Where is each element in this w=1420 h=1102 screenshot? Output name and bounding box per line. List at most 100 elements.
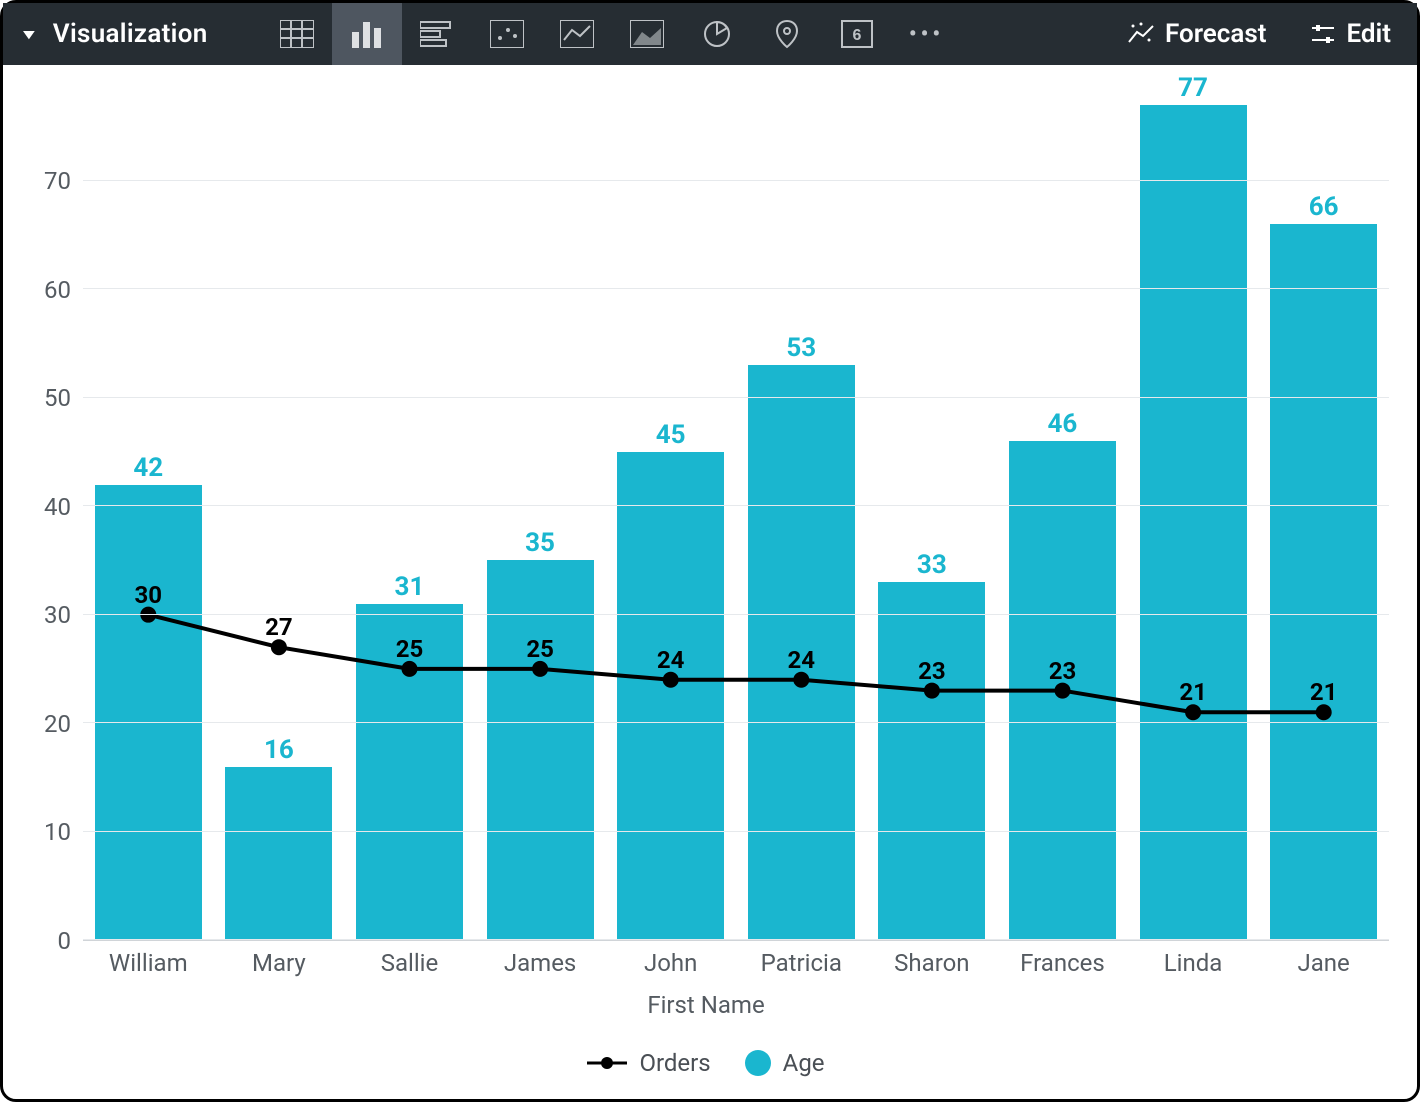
bar[interactable]: 33 [878, 582, 985, 940]
table-chart-button[interactable] [262, 3, 332, 65]
bar[interactable]: 42 [95, 485, 202, 940]
y-tick-label: 60 [44, 276, 71, 304]
bar-value-label: 77 [1178, 73, 1208, 103]
grid-line [83, 614, 1389, 615]
bar-value-label: 31 [395, 572, 425, 602]
bar-slot: 77 [1128, 105, 1259, 940]
area-chart-icon [630, 20, 664, 48]
sliders-icon [1310, 22, 1336, 46]
bar-layer: 42163135455333467766 [83, 105, 1389, 940]
grid-line [83, 288, 1389, 289]
bar-value-label: 35 [525, 528, 555, 558]
bar[interactable]: 16 [225, 767, 332, 941]
plot-area[interactable]: 42163135455333467766 3027252524242323212… [83, 105, 1389, 941]
bar-slot: 53 [736, 105, 867, 940]
map-chart-button[interactable] [752, 3, 822, 65]
bar-value-label: 45 [656, 420, 686, 450]
x-tick-label: William [83, 949, 214, 977]
bar-value-label: 42 [133, 453, 163, 483]
x-tick-label: James [475, 949, 606, 977]
bar-value-label: 53 [786, 333, 816, 363]
bar-value-label: 16 [264, 735, 294, 765]
grid-line [83, 722, 1389, 723]
bar-chart-icon [420, 20, 454, 48]
x-tick-label: Mary [214, 949, 345, 977]
y-axis: 010203040506070 [23, 105, 83, 941]
bar-value-label: 66 [1309, 192, 1339, 222]
forecast-icon [1127, 22, 1155, 46]
grid-line [83, 505, 1389, 506]
y-tick-label: 30 [44, 601, 71, 629]
y-tick-label: 40 [44, 493, 71, 521]
plot: 010203040506070 42163135455333467766 302… [23, 105, 1389, 941]
x-tick-label: Jane [1258, 949, 1389, 977]
bar[interactable]: 45 [617, 452, 724, 940]
column-chart-button[interactable] [332, 3, 402, 65]
single-value-icon: 6 [841, 20, 873, 48]
edit-button[interactable]: Edit [1310, 19, 1391, 49]
column-chart-icon [350, 20, 384, 48]
grid-line [83, 180, 1389, 181]
y-tick-label: 0 [58, 927, 72, 955]
chevron-down-icon: ▼ [19, 25, 39, 43]
edit-label: Edit [1346, 19, 1391, 49]
bar[interactable]: 31 [356, 604, 463, 940]
scatter-icon [490, 20, 524, 48]
y-tick-label: 70 [44, 167, 71, 195]
bar[interactable]: 66 [1270, 224, 1377, 940]
x-axis: WilliamMarySallieJamesJohnPatriciaSharon… [83, 949, 1389, 977]
x-tick-label: John [605, 949, 736, 977]
chart-type-selector: 6 ••• [262, 3, 962, 65]
more-charts-button[interactable]: ••• [892, 3, 962, 65]
area-chart-button[interactable] [612, 3, 682, 65]
y-tick-label: 50 [44, 384, 71, 412]
ellipsis-icon: ••• [909, 22, 944, 47]
legend-item-age[interactable]: Age [745, 1049, 825, 1077]
line-chart-button[interactable] [542, 3, 612, 65]
line-chart-icon [560, 20, 594, 48]
pie-chart-icon [702, 19, 732, 49]
pie-chart-button[interactable] [682, 3, 752, 65]
table-icon [280, 20, 314, 48]
x-tick-label: Sallie [344, 949, 475, 977]
bar-value-label: 46 [1048, 409, 1078, 439]
x-tick-label: Sharon [867, 949, 998, 977]
grid-line [83, 397, 1389, 398]
circle-swatch-icon [745, 1050, 771, 1076]
bar-slot: 45 [605, 105, 736, 940]
grid-line [83, 939, 1389, 940]
legend-item-orders[interactable]: Orders [587, 1049, 710, 1077]
bar[interactable]: 77 [1140, 105, 1247, 940]
y-tick-label: 10 [44, 818, 71, 846]
chart-container: 0 10 20 30 40 50 60 70 42163135455333467766 302… [3, 65, 1417, 1099]
bar-slot: 31 [344, 105, 475, 940]
x-axis-title: First Name [23, 991, 1389, 1019]
svg-text:6: 6 [852, 27, 861, 44]
forecast-button[interactable]: Forecast [1127, 19, 1266, 49]
bar-value-label: 33 [917, 550, 947, 580]
visualization-toggle[interactable]: ▼ Visualization [19, 19, 208, 49]
bar-slot: 35 [475, 105, 606, 940]
scatter-chart-button[interactable] [472, 3, 542, 65]
bar-slot: 42 [83, 105, 214, 940]
line-swatch-icon [587, 1055, 627, 1071]
bar[interactable]: 53 [748, 365, 855, 940]
legend-label-age: Age [783, 1049, 825, 1077]
bar-slot: 33 [867, 105, 998, 940]
bar-slot: 66 [1258, 105, 1389, 940]
single-value-button[interactable]: 6 [822, 3, 892, 65]
grid-line [83, 831, 1389, 832]
legend: Orders Age [23, 1049, 1389, 1077]
legend-label-orders: Orders [639, 1049, 710, 1077]
x-tick-label: Frances [997, 949, 1128, 977]
bar-slot: 16 [214, 105, 345, 940]
bar-chart-button[interactable] [402, 3, 472, 65]
forecast-label: Forecast [1165, 19, 1266, 49]
map-pin-icon [775, 19, 799, 49]
x-tick-label: Patricia [736, 949, 867, 977]
bar[interactable]: 35 [487, 560, 594, 940]
bar-slot: 46 [997, 105, 1128, 940]
visualization-toolbar: ▼ Visualization [3, 3, 1417, 65]
y-tick-label: 20 [44, 710, 71, 738]
bar[interactable]: 46 [1009, 441, 1116, 940]
